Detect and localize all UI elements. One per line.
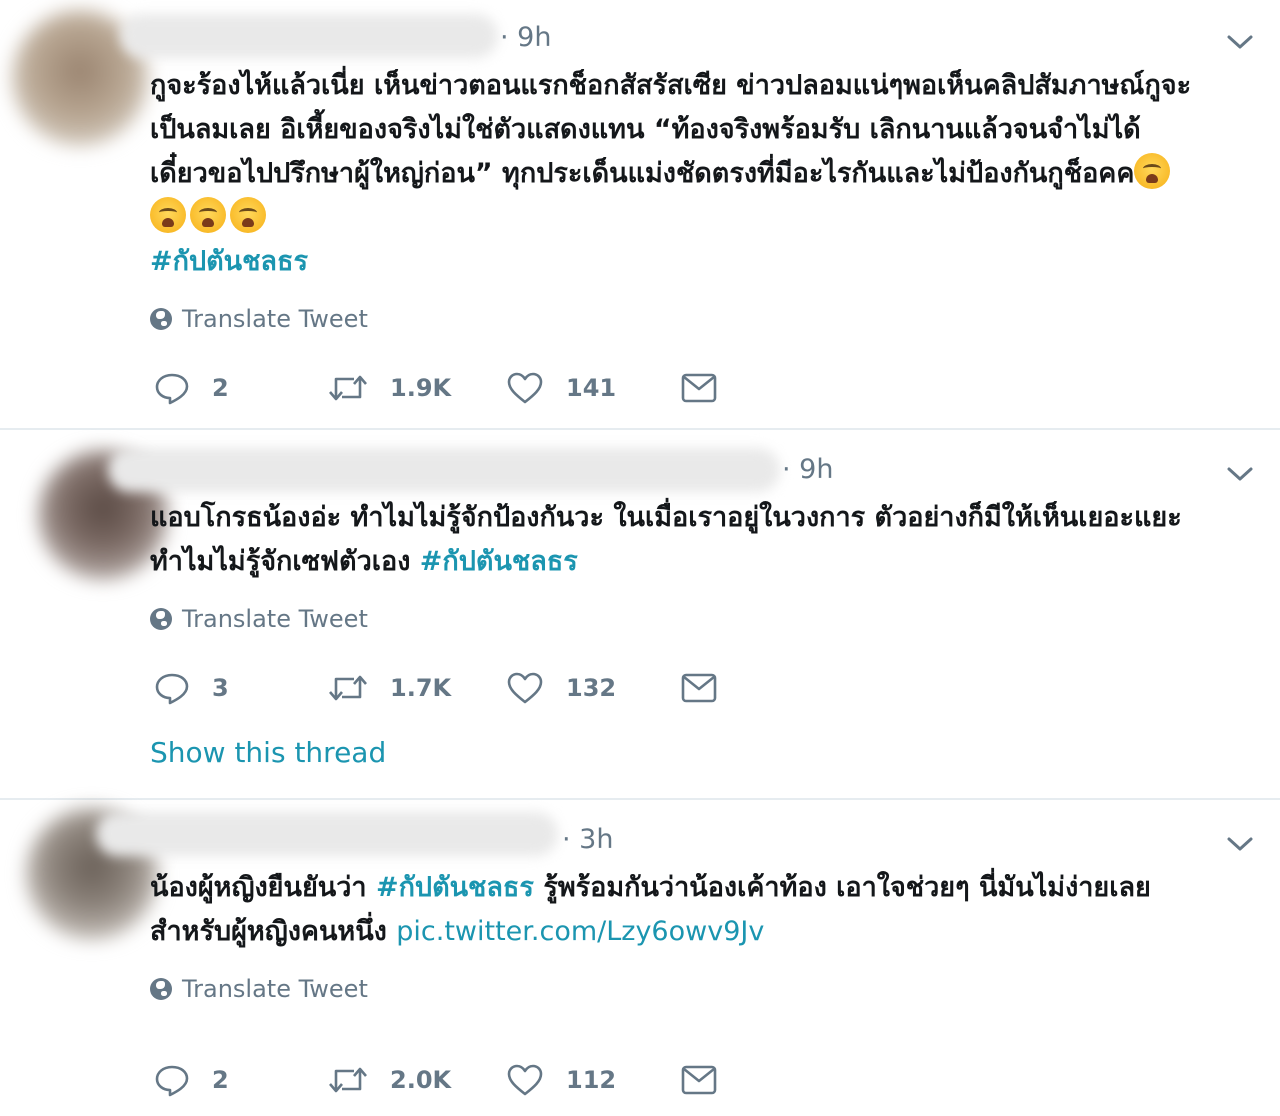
tweet[interactable]: · 9h แอบโกรธน้องอ่ะ ทำไมไม่รู้จักป้องกัน… <box>0 430 1280 800</box>
tweet-timestamp[interactable]: · 9h <box>782 454 833 485</box>
tweet-text-segment: รู้พร้อมกันว่าน้องเค้าท้อง เอาใจช่วยๆ นี… <box>543 872 1151 903</box>
globe-icon <box>150 608 172 630</box>
tweet-timestamp[interactable]: · 9h <box>500 22 551 53</box>
emoji-row <box>150 196 1191 240</box>
crying-face-emoji <box>1134 153 1171 189</box>
translate-tweet-button[interactable]: Translate Tweet <box>150 605 368 633</box>
tweet-text-line: เดี๋ยวขอไปปรึกษาผู้ใหญ่ก่อน” ทุกประเด็นแ… <box>150 152 1191 196</box>
retweet-count: 2.0K <box>390 1066 452 1094</box>
author-name[interactable] <box>120 14 498 58</box>
reply-icon <box>155 373 189 405</box>
tweet-text: น้องผู้หญิงยืนยันว่า #กัปตันชลธร รู้พร้อ… <box>150 866 1151 954</box>
chevron-down-icon[interactable] <box>1226 32 1254 52</box>
retweet-count: 1.9K <box>390 374 452 402</box>
tweet-text-line: แอบโกรธน้องอ่ะ ทำไมไม่รู้จักป้องกันวะ ใน… <box>150 502 1182 533</box>
chevron-down-icon[interactable] <box>1226 834 1254 854</box>
tweet-text: กูจะร้องไห้แล้วเนี่ย เห็นข่าวตอนแรกช็อกส… <box>150 64 1191 284</box>
tweet-actions: 2 1.9K 141 <box>150 366 730 410</box>
translate-label: Translate Tweet <box>182 975 368 1003</box>
author-name[interactable] <box>96 812 558 856</box>
tweet-text-segment: เดี๋ยวขอไปปรึกษาผู้ใหญ่ก่อน” ทุกประเด็นแ… <box>150 158 1135 189</box>
globe-icon <box>150 308 172 330</box>
chevron-down-icon[interactable] <box>1226 464 1254 484</box>
show-thread-link[interactable]: Show this thread <box>150 736 386 769</box>
tweet-text-line: น้องผู้หญิงยืนยันว่า #กัปตันชลธร รู้พร้อ… <box>150 866 1151 910</box>
reply-icon <box>155 673 189 705</box>
tweet-timestamp[interactable]: · 3h <box>562 824 613 855</box>
crying-face-emoji <box>230 197 266 233</box>
direct-message-button[interactable] <box>680 366 718 410</box>
direct-message-button[interactable] <box>680 666 718 710</box>
retweet-button[interactable]: 2.0K <box>328 1058 451 1102</box>
retweet-count: 1.7K <box>390 674 452 702</box>
message-icon <box>681 1065 717 1095</box>
tweet-text-segment: ทำไมไม่รู้จักเซฟตัวเอง <box>150 546 411 577</box>
tweet-text-line: ทำไมไม่รู้จักเซฟตัวเอง #กัปตันชลธร <box>150 540 1182 584</box>
tweet-actions: 2 2.0K 112 <box>150 1058 730 1102</box>
retweet-button[interactable]: 1.9K <box>328 366 451 410</box>
reply-count: 2 <box>212 1066 229 1094</box>
reply-count: 3 <box>212 674 229 702</box>
retweet-icon <box>329 675 367 701</box>
tweet-text-line: กูจะร้องไห้แล้วเนี่ย เห็นข่าวตอนแรกช็อกส… <box>150 70 1192 101</box>
message-icon <box>681 673 717 703</box>
translate-label: Translate Tweet <box>182 305 368 333</box>
like-count: 112 <box>566 1066 617 1094</box>
globe-icon <box>150 978 172 1000</box>
like-icon <box>507 672 543 704</box>
retweet-icon <box>329 375 367 401</box>
reply-button[interactable]: 2 <box>154 1058 229 1102</box>
tweet-text-line: สำหรับผู้หญิงคนหนึ่ง pic.twitter.com/Lzy… <box>150 910 1151 954</box>
tweet[interactable]: · 3h น้องผู้หญิงยืนยันว่า #กัปตันชลธร รู… <box>0 800 1280 1116</box>
translate-tweet-button[interactable]: Translate Tweet <box>150 305 368 333</box>
author-name[interactable] <box>108 448 780 492</box>
translate-label: Translate Tweet <box>182 605 368 633</box>
translate-tweet-button[interactable]: Translate Tweet <box>150 975 368 1003</box>
media-link[interactable]: pic.twitter.com/Lzy6owv9Jv <box>396 916 764 947</box>
reply-count: 2 <box>212 374 229 402</box>
tweet-text-line: เป็นลมเลย อิเหี้ยของจริงไม่ใช่ตัวแสดงแทน… <box>150 114 1141 145</box>
like-count: 132 <box>566 674 617 702</box>
retweet-button[interactable]: 1.7K <box>328 666 451 710</box>
crying-face-emoji <box>150 197 186 233</box>
retweet-icon <box>329 1067 367 1093</box>
hashtag-link[interactable]: #กัปตันชลธร <box>420 546 578 577</box>
direct-message-button[interactable] <box>680 1058 718 1102</box>
like-button[interactable]: 112 <box>506 1058 616 1102</box>
reply-icon <box>155 1065 189 1097</box>
like-icon <box>507 372 543 404</box>
tweet[interactable]: · 9h กูจะร้องไห้แล้วเนี่ย เห็นข่าวตอนแรก… <box>0 0 1280 430</box>
like-icon <box>507 1064 543 1096</box>
reply-button[interactable]: 3 <box>154 666 229 710</box>
like-button[interactable]: 141 <box>506 366 616 410</box>
tweet-actions: 3 1.7K 132 <box>150 666 730 710</box>
hashtag-link[interactable]: #กัปตันชลธร <box>376 872 534 903</box>
like-button[interactable]: 132 <box>506 666 616 710</box>
tweet-text-segment: น้องผู้หญิงยืนยันว่า <box>150 872 367 903</box>
crying-face-emoji <box>190 197 226 233</box>
reply-button[interactable]: 2 <box>154 366 229 410</box>
tweet-text-segment: สำหรับผู้หญิงคนหนึ่ง <box>150 916 387 947</box>
hashtag-link[interactable]: #กัปตันชลธร <box>150 240 1191 284</box>
like-count: 141 <box>566 374 617 402</box>
tweet-text: แอบโกรธน้องอ่ะ ทำไมไม่รู้จักป้องกันวะ ใน… <box>150 496 1182 584</box>
message-icon <box>681 373 717 403</box>
